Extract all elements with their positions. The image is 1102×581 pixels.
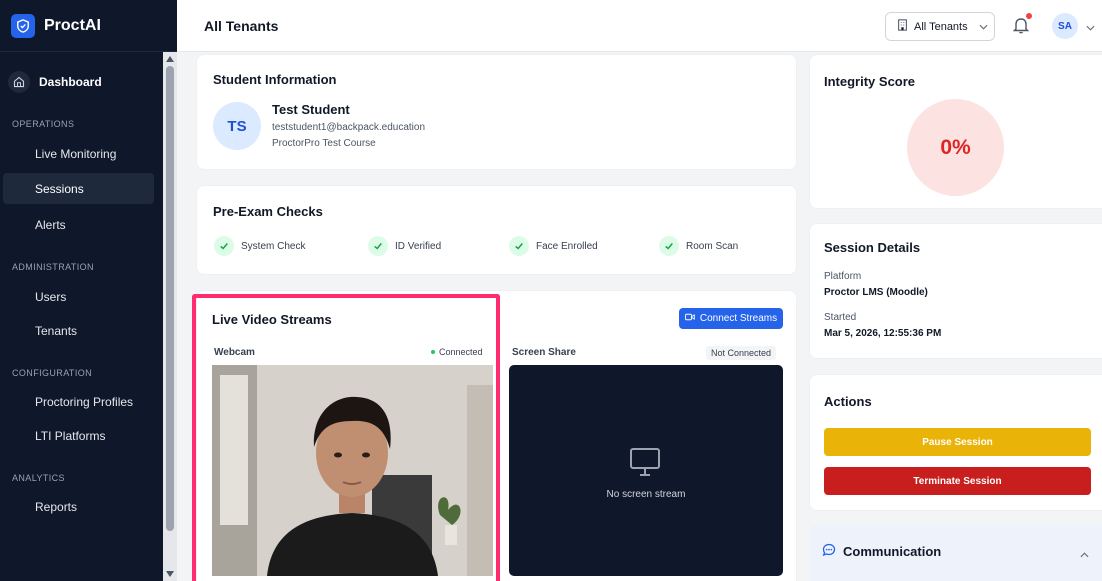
sidebar-item-label: Alerts: [35, 217, 66, 232]
check-circle-icon: [214, 236, 234, 256]
student-course: ProctorPro Test Course: [272, 138, 376, 149]
notification-dot: [1026, 13, 1032, 19]
home-icon: [8, 71, 30, 93]
section-configuration: CONFIGURATION: [12, 368, 93, 378]
sidebar-item-alerts[interactable]: Alerts: [3, 209, 154, 240]
sidebar-item-users[interactable]: Users: [3, 281, 154, 312]
scroll-down-icon[interactable]: [166, 571, 174, 577]
check-circle-icon: [368, 236, 388, 256]
check-label: System Check: [241, 240, 306, 252]
student-info-heading: Student Information: [213, 72, 337, 87]
communication-heading: Communication: [843, 544, 942, 559]
sidebar-scrollbar[interactable]: [163, 52, 177, 581]
video-camera-icon: [684, 313, 695, 324]
notifications-button[interactable]: [1012, 13, 1032, 39]
sidebar-item-label: Tenants: [35, 323, 78, 338]
sidebar-item-lti-platforms[interactable]: LTI Platforms: [3, 420, 154, 451]
actions-heading: Actions: [824, 394, 872, 409]
scrollbar-thumb[interactable]: [166, 66, 174, 531]
check-circle-icon: [659, 236, 679, 256]
student-avatar: TS: [213, 102, 261, 150]
sidebar-item-label: Dashboard: [39, 75, 102, 89]
monitor-icon: [629, 447, 661, 482]
brand-name: ProctAI: [44, 16, 101, 34]
user-avatar[interactable]: SA: [1052, 13, 1078, 39]
started-value: Mar 5, 2026, 12:55:36 PM: [824, 328, 942, 339]
chevron-down-icon: [979, 21, 988, 33]
section-administration: ADMINISTRATION: [12, 262, 94, 272]
sidebar-item-live-monitoring[interactable]: Live Monitoring: [3, 138, 154, 169]
no-screen-stream-text: No screen stream: [606, 489, 686, 500]
actions-card: Actions Pause Session Terminate Session: [809, 374, 1102, 511]
check-circle-icon: [509, 236, 529, 256]
top-header: All Tenants All Tenants SA: [177, 0, 1102, 52]
platform-label: Platform: [824, 271, 862, 282]
chevron-down-icon[interactable]: [1086, 18, 1095, 36]
building-icon: [897, 19, 908, 34]
communication-panel[interactable]: Communication: [809, 525, 1102, 581]
student-name: Test Student: [272, 102, 350, 117]
check-label: ID Verified: [395, 240, 442, 252]
session-details-card: Session Details Platform Proctor LMS (Mo…: [809, 223, 1102, 359]
sidebar-nav: Dashboard OPERATIONS Live Monitoring Ses…: [0, 52, 163, 581]
sidebar-item-label: Users: [35, 289, 67, 304]
sidebar-item-reports[interactable]: Reports: [3, 491, 154, 522]
integrity-score-value: 0%: [907, 99, 1004, 196]
pause-session-button[interactable]: Pause Session: [824, 428, 1091, 456]
tenant-select[interactable]: All Tenants: [885, 12, 995, 41]
check-label: Face Enrolled: [536, 240, 598, 252]
sidebar-item-label: LTI Platforms: [35, 428, 106, 443]
integrity-score-heading: Integrity Score: [824, 74, 916, 89]
sidebar-item-sessions[interactable]: Sessions: [3, 173, 154, 204]
sidebar-item-label: Reports: [35, 499, 78, 514]
tenant-select-value: All Tenants: [914, 20, 968, 33]
sidebar-item-label: Live Monitoring: [35, 146, 117, 161]
connect-streams-button[interactable]: Connect Streams: [679, 308, 783, 329]
chevron-up-icon[interactable]: [1080, 545, 1089, 563]
page-title: All Tenants: [204, 18, 279, 34]
sidebar-item-dashboard[interactable]: Dashboard: [4, 66, 154, 98]
screen-share-status: Not Connected: [706, 346, 777, 360]
platform-value: Proctor LMS (Moodle): [824, 287, 928, 298]
connect-streams-label: Connect Streams: [699, 313, 778, 324]
terminate-session-button[interactable]: Terminate Session: [824, 467, 1091, 495]
highlight-box: [192, 294, 500, 581]
section-operations: OPERATIONS: [12, 119, 75, 129]
check-room-scan: Room Scan: [659, 236, 738, 256]
started-label: Started: [824, 312, 857, 323]
student-email: teststudent1@backpack.education: [272, 122, 426, 133]
check-system: System Check: [214, 236, 305, 256]
pre-exam-checks-card: Pre-Exam Checks System Check ID Verified…: [196, 185, 797, 275]
check-label: Room Scan: [686, 240, 739, 252]
shield-logo-icon: [11, 13, 35, 38]
check-id-verified: ID Verified: [368, 236, 441, 256]
brand[interactable]: ProctAI: [0, 0, 177, 52]
chat-bubble-icon: [822, 543, 836, 562]
check-face-enrolled: Face Enrolled: [509, 236, 598, 256]
sidebar: ProctAI Dashboard OPERATIONS Live Monito…: [0, 0, 177, 581]
sidebar-item-tenants[interactable]: Tenants: [3, 315, 154, 346]
bell-icon: [1012, 18, 1030, 38]
scroll-up-icon[interactable]: [166, 56, 174, 62]
section-analytics: ANALYTICS: [12, 473, 65, 483]
session-details-heading: Session Details: [824, 240, 921, 255]
pre-exam-checks-heading: Pre-Exam Checks: [213, 204, 323, 219]
integrity-score-card: Integrity Score 0%: [809, 54, 1102, 209]
screen-share-feed: No screen stream: [509, 365, 783, 576]
sidebar-item-label: Sessions: [35, 181, 84, 196]
sidebar-item-label: Proctoring Profiles: [35, 394, 134, 409]
sidebar-item-proctoring-profiles[interactable]: Proctoring Profiles: [3, 386, 154, 417]
student-info-card: Student Information TS Test Student test…: [196, 54, 797, 170]
screen-share-label: Screen Share: [512, 347, 576, 358]
